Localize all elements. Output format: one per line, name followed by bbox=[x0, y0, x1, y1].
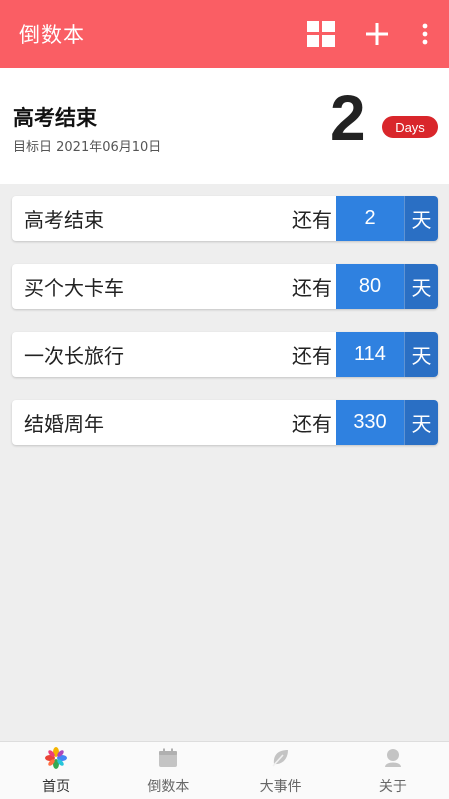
remaining-prefix: 还有 bbox=[292, 276, 332, 300]
plus-icon bbox=[366, 23, 388, 45]
person-icon bbox=[381, 746, 405, 770]
remaining-prefix: 还有 bbox=[292, 344, 332, 368]
nav-label: 大事件 bbox=[259, 779, 302, 795]
nav-label: 首页 bbox=[42, 779, 71, 795]
event-name: 结婚周年 bbox=[24, 412, 104, 436]
days-badge: Days bbox=[382, 116, 438, 138]
days-unit: 天 bbox=[404, 332, 438, 377]
nav-label: 倒数本 bbox=[147, 779, 190, 795]
featured-target-date: 目标日 2021年06月10日 bbox=[13, 140, 162, 155]
featured-event-name: 高考结束 bbox=[13, 106, 97, 130]
app-title: 倒数本 bbox=[19, 23, 85, 47]
pinwheel-icon bbox=[44, 746, 68, 770]
list-item[interactable]: 买个大卡车 还有 80 天 bbox=[12, 264, 438, 309]
grid-view-button[interactable] bbox=[303, 16, 339, 52]
days-remaining: 114 bbox=[336, 332, 404, 377]
days-unit: 天 bbox=[404, 264, 438, 309]
nav-item-about[interactable]: 关于 bbox=[337, 742, 449, 799]
list-item[interactable]: 一次长旅行 还有 114 天 bbox=[12, 332, 438, 377]
remaining-prefix: 还有 bbox=[292, 412, 332, 436]
days-unit: 天 bbox=[404, 196, 438, 241]
event-name: 一次长旅行 bbox=[24, 344, 124, 368]
app-bar: 倒数本 bbox=[0, 0, 449, 68]
list-item[interactable]: 结婚周年 还有 330 天 bbox=[12, 400, 438, 445]
list-item[interactable]: 高考结束 还有 2 天 bbox=[12, 196, 438, 241]
event-list: 高考结束 还有 2 天 买个大卡车 还有 80 天 一次长旅行 还有 114 天… bbox=[12, 196, 438, 468]
days-remaining: 80 bbox=[336, 264, 404, 309]
remaining-prefix: 还有 bbox=[292, 208, 332, 232]
event-name: 买个大卡车 bbox=[24, 276, 124, 300]
calendar-icon bbox=[156, 746, 180, 770]
event-name: 高考结束 bbox=[24, 208, 104, 232]
days-remaining: 2 bbox=[336, 196, 404, 241]
days-unit: 天 bbox=[404, 400, 438, 445]
leaf-icon bbox=[269, 746, 293, 770]
more-vertical-icon bbox=[422, 23, 428, 45]
nav-item-home[interactable]: 首页 bbox=[0, 742, 112, 799]
featured-countdown[interactable]: 高考结束 目标日 2021年06月10日 2 Days bbox=[0, 68, 449, 184]
more-menu-button[interactable] bbox=[417, 16, 433, 52]
nav-label: 关于 bbox=[378, 779, 407, 795]
grid-icon bbox=[307, 21, 335, 47]
nav-item-events[interactable]: 大事件 bbox=[225, 742, 337, 799]
featured-days-count: 2 bbox=[330, 82, 366, 154]
add-event-button[interactable] bbox=[359, 16, 395, 52]
bottom-navigation: 首页 倒数本 大事件 关于 bbox=[0, 741, 449, 799]
days-remaining: 330 bbox=[336, 400, 404, 445]
nav-item-countdown[interactable]: 倒数本 bbox=[112, 742, 224, 799]
